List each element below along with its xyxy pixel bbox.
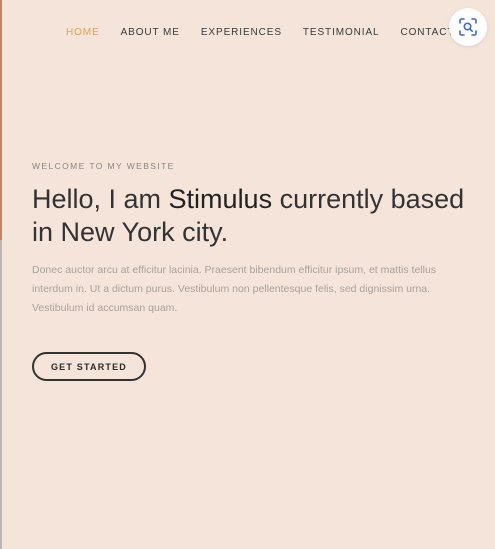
hero-description: Donec auctor arcu at efficitur lacinia. … (32, 264, 437, 314)
get-started-button[interactable]: GET STARTED (32, 352, 146, 381)
welcome-label: WELCOME TO MY WEBSITE (32, 161, 175, 171)
nav-item-contact[interactable]: CONTACT (400, 27, 454, 38)
headline-prefix: Hello, I am (32, 184, 169, 214)
headline-name: Stimulus (168, 184, 273, 214)
scan-search-icon (459, 18, 477, 36)
nav-item-experiences[interactable]: EXPERIENCES (201, 27, 282, 38)
nav-item-about-me[interactable]: ABOUT ME (121, 27, 180, 38)
nav-item-home[interactable]: HOME (66, 27, 100, 38)
hero-headline: Hello, I am Stimulus currently based in … (32, 183, 472, 249)
main-nav: HOME ABOUT ME EXPERIENCES TESTIMONIAL CO… (66, 27, 475, 38)
nav-item-testimonial[interactable]: TESTIMONIAL (303, 27, 380, 38)
scan-button[interactable] (449, 8, 487, 46)
left-edge-divider (0, 240, 2, 549)
left-edge-accent (0, 0, 2, 240)
